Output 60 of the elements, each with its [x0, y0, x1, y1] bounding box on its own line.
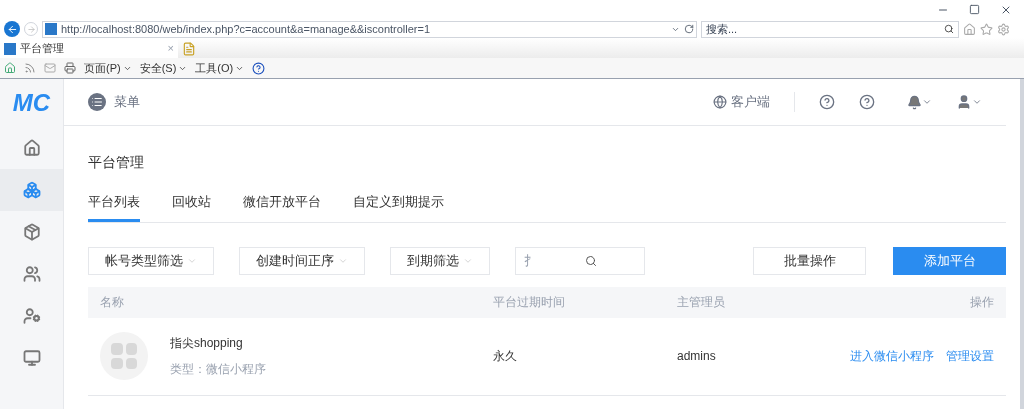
- back-icon[interactable]: [4, 21, 20, 37]
- sidebar-item[interactable]: [0, 169, 63, 211]
- column-header: 操作: [970, 294, 994, 311]
- apps-icon: [22, 181, 41, 199]
- user-settings-icon: [22, 307, 41, 325]
- search-icon[interactable]: [944, 24, 954, 34]
- avatar-icon: [100, 332, 148, 380]
- table-cell-text: 永久: [493, 348, 518, 365]
- help-icon[interactable]: [859, 94, 875, 110]
- browser-search-field[interactable]: 搜索...: [701, 20, 959, 38]
- user-icon[interactable]: [956, 94, 972, 110]
- address-field[interactable]: http://localhost:8080/web/index.php?c=account&a=manage&&iscontroller=1: [42, 20, 697, 38]
- globe-icon: [713, 95, 727, 109]
- users-icon: [22, 265, 41, 283]
- action-link[interactable]: 进入微信小程序: [850, 347, 934, 365]
- page-title: 平台管理: [88, 153, 145, 172]
- menu-icon[interactable]: [88, 93, 106, 111]
- filter-dropdown[interactable]: 到期筛选: [390, 246, 490, 275]
- filter-dropdown[interactable]: 帐号类型筛选: [88, 246, 214, 275]
- close-icon[interactable]: [1000, 4, 1012, 16]
- site-icon: [45, 23, 57, 35]
- home-icon: [22, 139, 41, 157]
- logo: MC: [12, 88, 51, 118]
- toolbar-menu[interactable]: 安全(S): [139, 59, 188, 77]
- search-icon: [585, 254, 597, 267]
- platform-type: 类型：微信小程序: [170, 361, 267, 378]
- platform-name: 指尖shopping: [170, 335, 244, 352]
- tab[interactable]: 自定义到期提示: [353, 192, 444, 222]
- new-tab-icon[interactable]: [182, 42, 196, 56]
- refresh-icon[interactable]: [684, 24, 694, 34]
- star-icon[interactable]: [980, 22, 993, 36]
- caret-icon[interactable]: [972, 97, 982, 107]
- toolbar-menu[interactable]: 页面(P): [84, 59, 132, 77]
- tab[interactable]: 微信开放平台: [243, 192, 321, 222]
- help-icon[interactable]: [252, 61, 266, 75]
- feed-icon[interactable]: [24, 62, 36, 74]
- tab[interactable]: 平台列表: [88, 192, 140, 222]
- action-link[interactable]: 管理设置: [946, 347, 994, 365]
- restore-icon[interactable]: [969, 4, 980, 15]
- filter-dropdown[interactable]: 创建时间正序: [239, 246, 365, 275]
- menu-label[interactable]: 菜单: [114, 92, 140, 112]
- settings-icon[interactable]: [997, 22, 1010, 36]
- site-icon: [4, 42, 16, 55]
- column-header: 名称: [100, 294, 125, 311]
- column-header: 平台过期时间: [493, 294, 566, 311]
- print-icon[interactable]: [64, 62, 76, 74]
- column-header: 主管理员: [677, 294, 726, 311]
- batch-button[interactable]: 批量操作: [753, 246, 866, 275]
- home-icon[interactable]: [4, 62, 16, 74]
- client-link[interactable]: 客户端: [731, 92, 770, 112]
- package-icon: [22, 223, 41, 241]
- bell-icon[interactable]: [907, 94, 922, 110]
- toolbar-menu[interactable]: 工具(O): [195, 59, 245, 77]
- help-icon[interactable]: [819, 94, 835, 110]
- home-icon[interactable]: [963, 22, 976, 36]
- browser-tab[interactable]: 平台管理 ×: [0, 39, 178, 58]
- monitor-icon: [22, 349, 41, 367]
- tab[interactable]: 回收站: [172, 192, 211, 222]
- caret-icon[interactable]: [922, 97, 932, 107]
- table-cell-text: admins: [677, 348, 717, 365]
